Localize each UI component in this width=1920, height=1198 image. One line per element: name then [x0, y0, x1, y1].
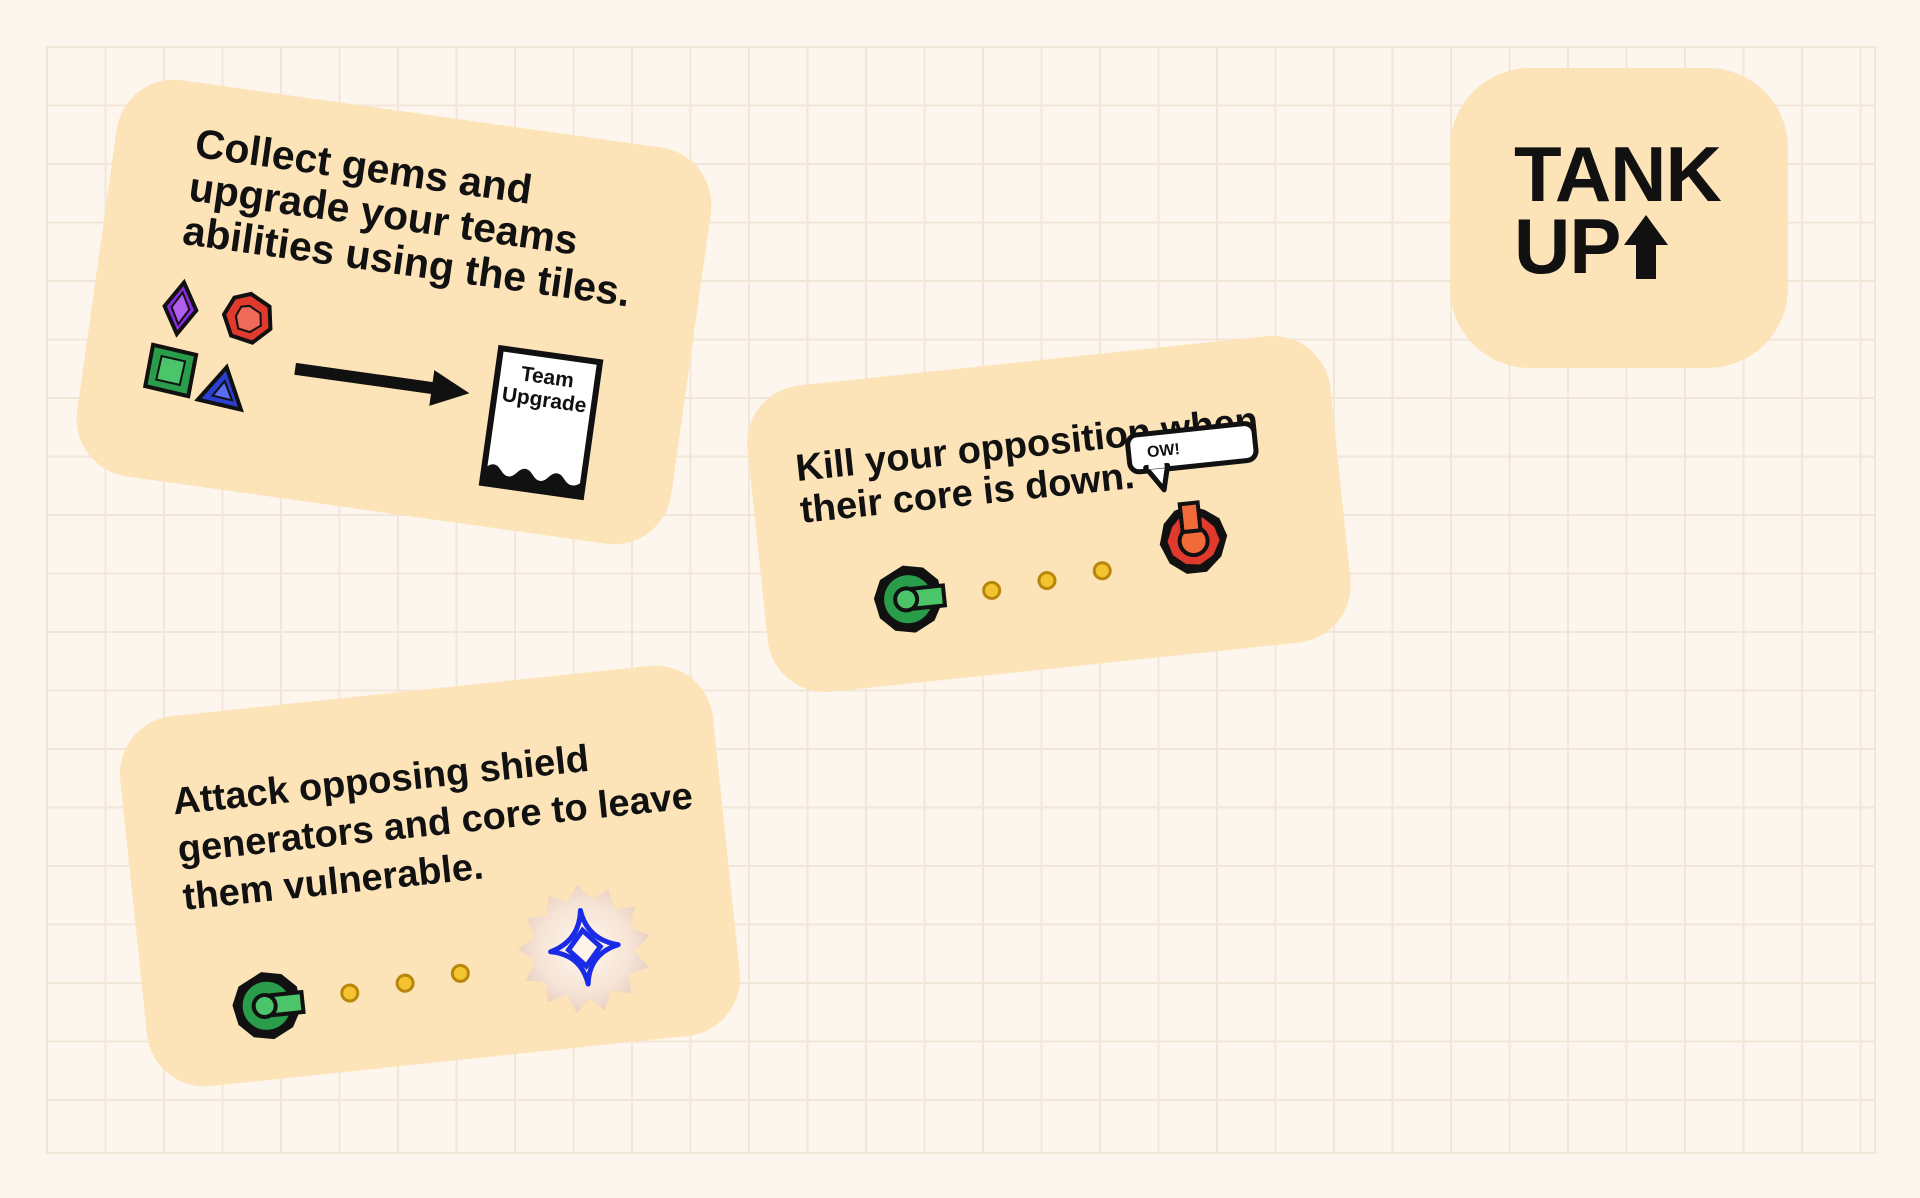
- card-attack-shields: Attack opposing shield generators and co…: [114, 659, 746, 1093]
- shield-generator-icon: [518, 884, 650, 1014]
- red-tank-icon: [1159, 500, 1228, 574]
- speech-bubble-text: OW!: [1146, 441, 1181, 462]
- green-tank-icon: [232, 972, 306, 1040]
- bullet-icon: [450, 963, 470, 983]
- card-collect-gems: Collect gems and upgrade your teams abil…: [69, 72, 719, 552]
- red-hexagon-gem-icon: [221, 291, 273, 345]
- blue-triangle-gem-icon: [194, 363, 244, 413]
- gems-cluster: [142, 278, 273, 413]
- bullet-icon: [982, 580, 1002, 600]
- bullet-trail: [982, 561, 1112, 600]
- card-collect-gems-text: Collect gems and upgrade your teams abil…: [180, 119, 634, 316]
- logo-card: TANK UP: [1450, 68, 1788, 368]
- tile-wave-bottom: [483, 464, 583, 496]
- logo-title: TANK UP: [1514, 130, 1722, 285]
- green-square-gem-icon: [142, 342, 199, 399]
- green-tank-icon: [873, 565, 948, 633]
- up-arrow-icon: [1624, 215, 1669, 279]
- bullet-icon: [395, 973, 415, 993]
- card-kill-opposition: Kill your opposition when their core is …: [741, 330, 1357, 698]
- team-upgrade-tile: Team Upgrade: [478, 344, 604, 501]
- right-arrow-icon: [294, 362, 470, 406]
- logo-line-up-row: UP: [1514, 207, 1721, 285]
- bullet-icon: [1037, 571, 1057, 591]
- bullet-trail: [340, 963, 470, 1003]
- speech-bubble-tail: [1143, 459, 1171, 493]
- purple-diamond-gem-icon: [162, 278, 199, 338]
- logo-line-up: UP: [1514, 202, 1621, 290]
- bullet-icon: [1092, 561, 1112, 581]
- bullet-icon: [340, 983, 360, 1003]
- logo-line-tank: TANK: [1514, 130, 1722, 218]
